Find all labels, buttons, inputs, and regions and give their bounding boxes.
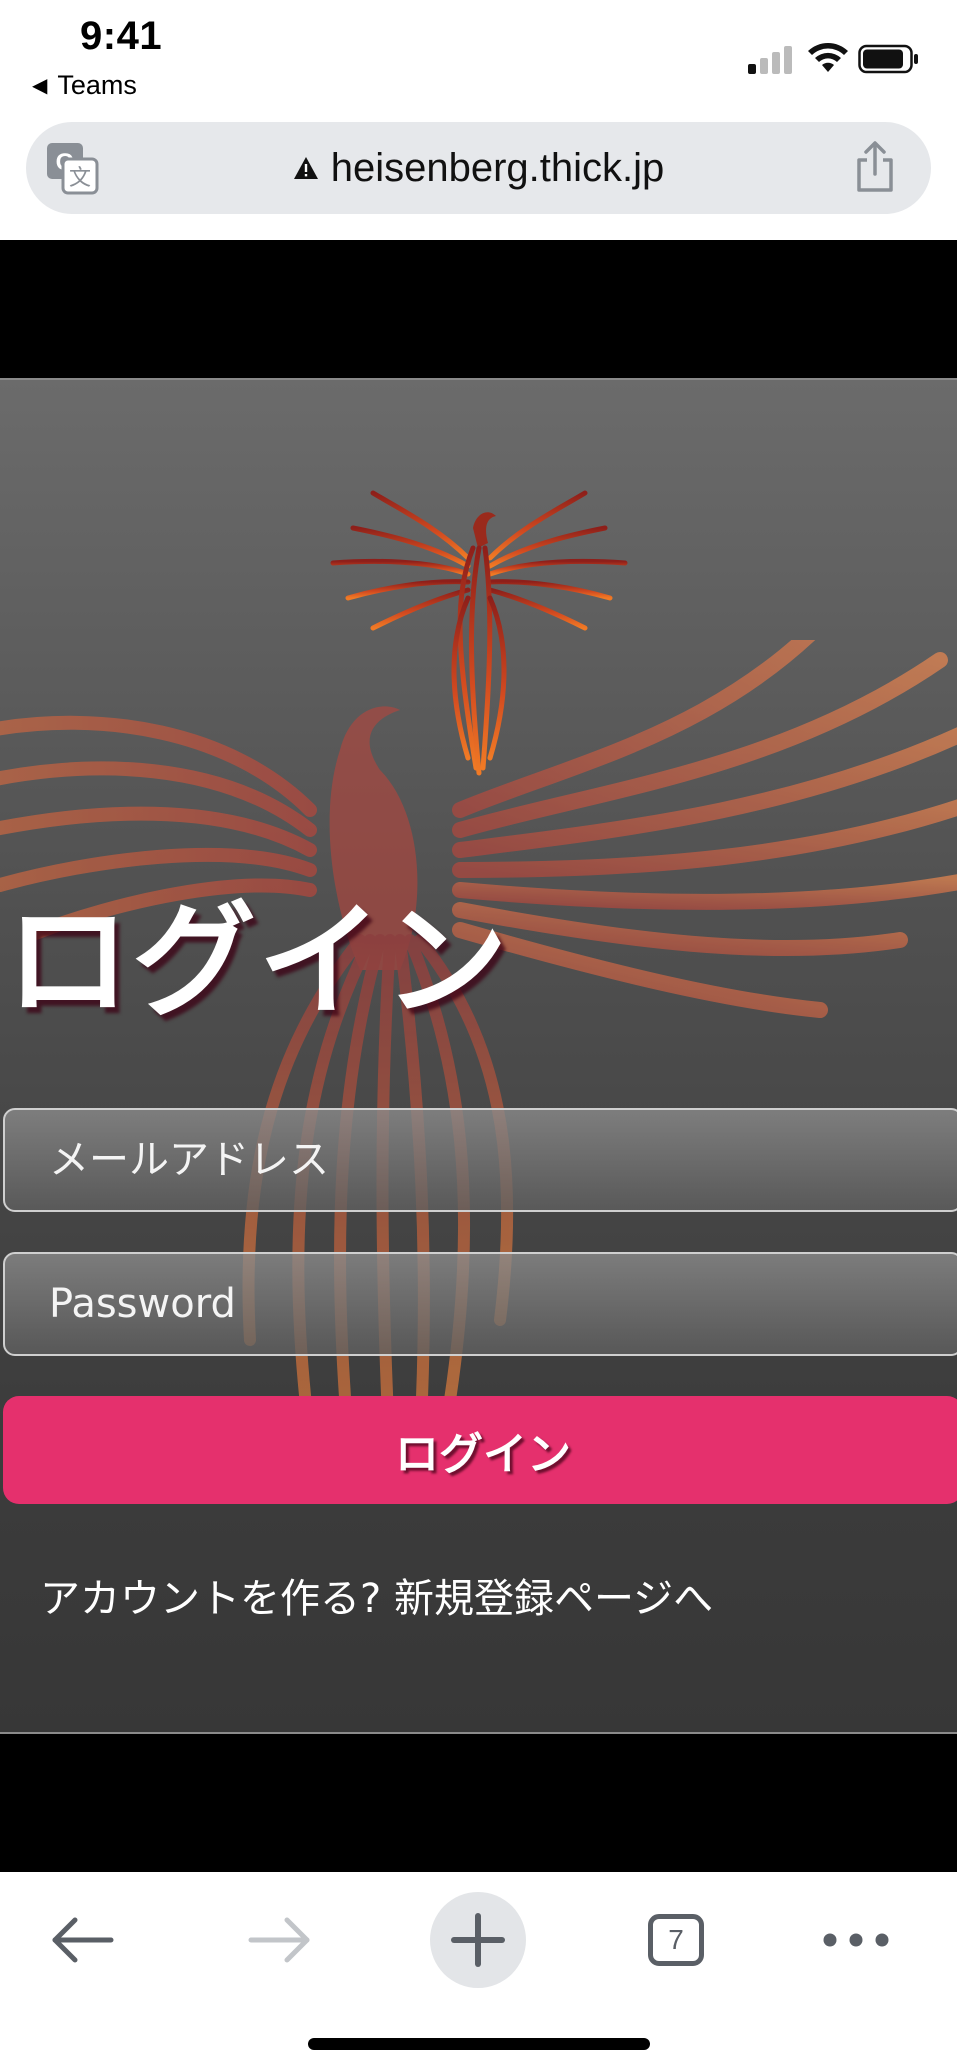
url-text[interactable]: heisenberg.thick.jp (331, 146, 665, 191)
login-button[interactable]: ログイン (3, 1396, 957, 1504)
wifi-icon (808, 43, 848, 72)
back-app-label: Teams (57, 70, 137, 100)
back-button[interactable] (34, 1892, 130, 1988)
footer-band (0, 1734, 957, 1872)
back-to-app-link[interactable]: ◀ Teams (32, 70, 137, 101)
tabs-icon: 7 (648, 1914, 704, 1966)
page-title: ログイン (6, 890, 511, 1034)
back-arrow-icon (52, 1917, 114, 1963)
new-tab-button[interactable] (430, 1892, 526, 1988)
home-indicator[interactable] (308, 2038, 650, 2050)
register-link[interactable]: アカウントを作る? 新規登録ページへ (40, 1566, 713, 1624)
password-field[interactable] (3, 1252, 957, 1356)
forward-arrow-icon (248, 1917, 310, 1963)
cellular-signal-icon (748, 44, 794, 74)
status-bar: 9:41 ◀ Teams (0, 0, 957, 110)
plus-icon (451, 1913, 505, 1967)
tabs-button[interactable]: 7 (628, 1892, 724, 1988)
status-time: 9:41 (80, 14, 163, 58)
battery-icon (858, 44, 918, 74)
email-field[interactable] (3, 1108, 957, 1212)
share-icon[interactable] (853, 140, 897, 194)
back-triangle-icon: ◀ (32, 75, 48, 97)
header-band (0, 240, 957, 378)
tab-count: 7 (668, 1924, 684, 1955)
phoenix-logo (330, 490, 628, 776)
forward-button[interactable] (232, 1892, 328, 1988)
warning-icon (293, 157, 318, 179)
more-button[interactable] (808, 1892, 904, 1988)
login-panel: ログイン ログイン アカウントを作る? 新規登録ページへ (0, 378, 957, 1734)
address-bar[interactable]: G 文 heisenberg.thick.jp (26, 122, 931, 214)
more-icon (823, 1933, 889, 1947)
